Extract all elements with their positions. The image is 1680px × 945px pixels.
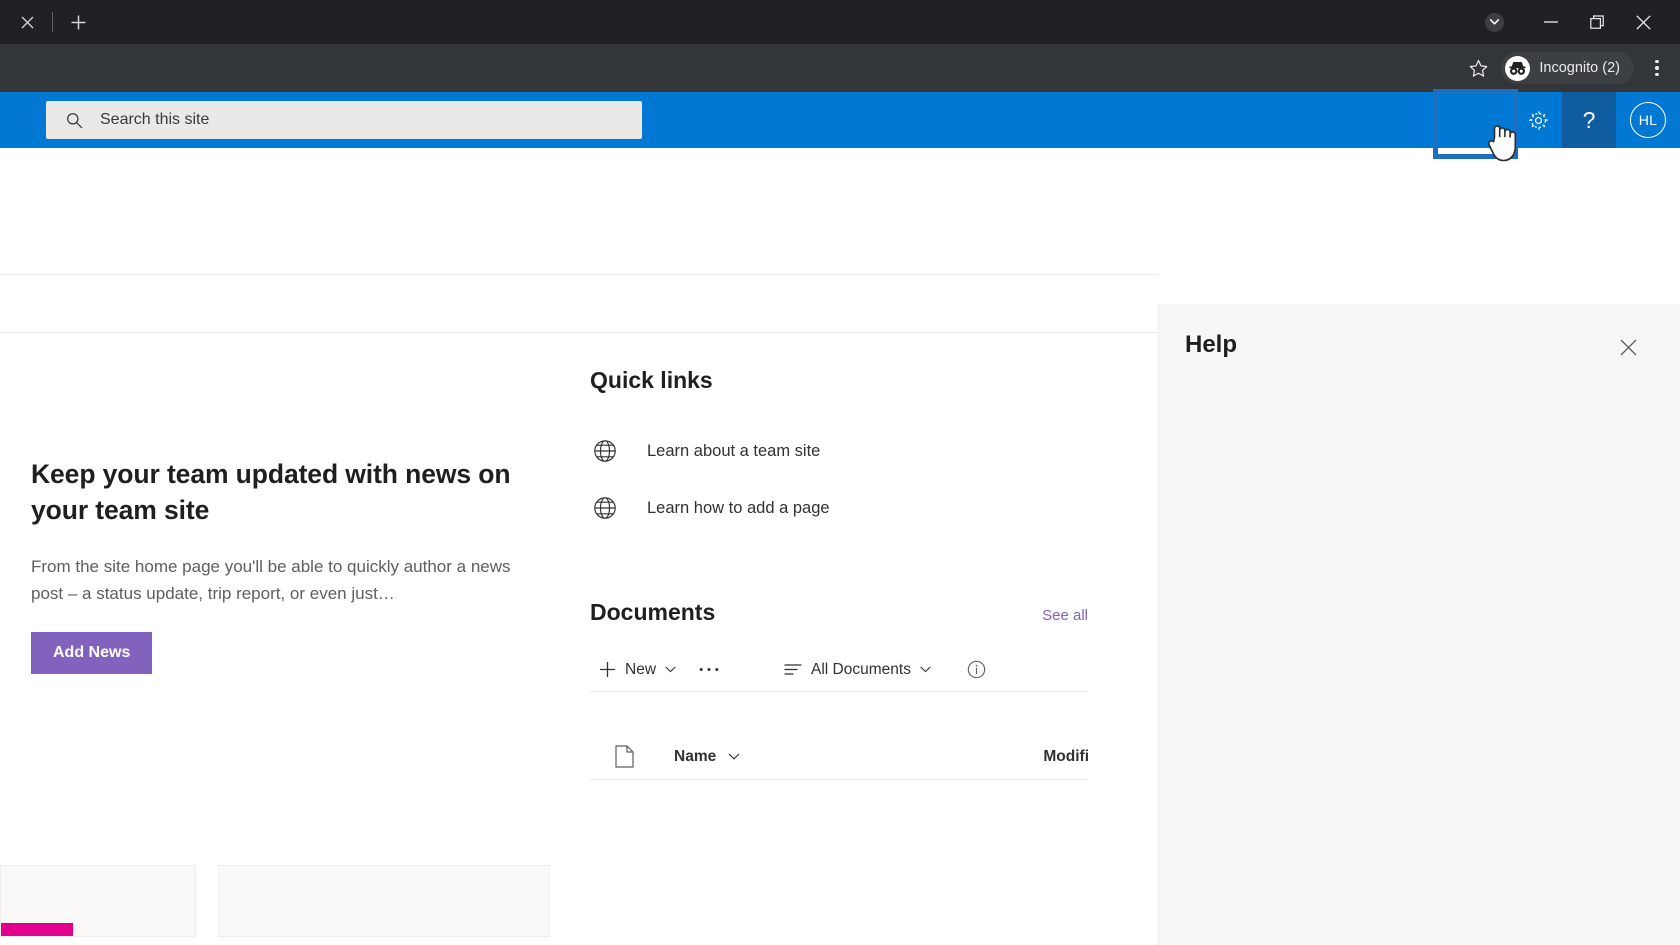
chevron-down-icon xyxy=(665,666,676,673)
toolbar-right-actions: Incognito (2) xyxy=(1461,44,1680,92)
gear-icon[interactable] xyxy=(1514,92,1562,148)
quick-link-label: Learn about a team site xyxy=(647,441,821,460)
search-icon xyxy=(66,112,83,129)
tab-search-icon[interactable] xyxy=(1478,6,1510,38)
new-button[interactable]: New xyxy=(590,650,685,690)
info-icon xyxy=(967,660,986,679)
info-button[interactable] xyxy=(958,650,995,690)
incognito-indicator[interactable]: Incognito (2) xyxy=(1501,52,1634,84)
new-button-label: New xyxy=(625,660,657,678)
overflow-menu-button[interactable] xyxy=(685,650,733,690)
file-icon[interactable] xyxy=(598,745,650,768)
plus-icon xyxy=(599,661,616,678)
column-header-modified[interactable]: Modifi xyxy=(1043,748,1089,766)
close-icon[interactable] xyxy=(1612,331,1644,363)
tab-close-icon[interactable] xyxy=(12,7,42,37)
quick-links-list: Learn about a team site Learn how to add… xyxy=(590,426,1158,533)
see-all-link[interactable]: See all xyxy=(1042,607,1090,624)
chevron-down-icon xyxy=(920,666,931,673)
column-header-name[interactable]: Name xyxy=(674,748,740,766)
tabstrip-divider xyxy=(52,12,53,32)
bottom-cards xyxy=(0,865,550,937)
help-button-label: ? xyxy=(1582,106,1596,133)
search-input[interactable]: Search this site xyxy=(46,101,642,139)
quick-links-title: Quick links xyxy=(590,367,713,393)
avatar-initials: HL xyxy=(1630,102,1666,138)
window-controls xyxy=(1478,0,1680,44)
globe-icon xyxy=(590,436,620,466)
right-column: Quick links Learn about a team site Lear… xyxy=(568,332,1158,937)
incognito-avatar-icon xyxy=(1505,55,1531,81)
page-content: Keep your team updated with news on your… xyxy=(0,332,1158,937)
news-section: Keep your team updated with news on your… xyxy=(0,332,568,937)
add-news-button[interactable]: Add News xyxy=(31,631,153,674)
window-close-button[interactable] xyxy=(1620,0,1666,44)
bottom-card[interactable] xyxy=(0,865,196,937)
sharepoint-suite-bar: Search this site ? HL xyxy=(0,92,1680,148)
maximize-restore-button[interactable] xyxy=(1574,0,1620,44)
search-placeholder: Search this site xyxy=(100,111,210,128)
news-description: From the site home page you'll be able t… xyxy=(31,556,511,604)
view-selector-button[interactable]: All Documents xyxy=(775,650,940,690)
new-tab-icon[interactable] xyxy=(63,7,93,37)
browser-tabstrip xyxy=(0,0,1680,44)
globe-icon xyxy=(590,493,620,523)
chevron-down-icon xyxy=(728,753,740,760)
quick-link-item[interactable]: Learn about a team site xyxy=(590,426,1158,476)
documents-table-header: Name Modifi xyxy=(590,734,1089,780)
news-title: Keep your team updated with news on your… xyxy=(31,459,511,525)
page-body: Keep your team updated with news on your… xyxy=(0,148,1680,945)
incognito-label: Incognito (2) xyxy=(1539,60,1620,76)
bookmark-star-icon[interactable] xyxy=(1461,51,1495,85)
bottom-card[interactable] xyxy=(218,865,550,937)
suite-bar-actions: ? HL xyxy=(1514,92,1680,148)
help-panel: Help xyxy=(1158,304,1680,945)
page-divider-top xyxy=(0,274,1158,275)
help-panel-header: Help xyxy=(1159,304,1680,363)
browser-toolbar: Incognito (2) xyxy=(0,44,1680,92)
help-panel-title: Help xyxy=(1185,331,1238,358)
card-accent-bar xyxy=(1,923,73,936)
list-view-icon xyxy=(784,663,802,676)
column-header-name-label: Name xyxy=(674,747,717,765)
chrome-menu-icon[interactable] xyxy=(1640,51,1674,85)
documents-title: Documents xyxy=(590,599,716,625)
help-button[interactable]: ? xyxy=(1562,92,1616,148)
minimize-button[interactable] xyxy=(1528,0,1574,44)
ellipsis-icon xyxy=(699,667,719,672)
browser-chrome: Incognito (2) Search this site ? HL xyxy=(0,0,1680,148)
view-selector-label: All Documents xyxy=(811,660,911,678)
quick-link-item[interactable]: Learn how to add a page xyxy=(590,483,1158,533)
documents-header: Documents See all xyxy=(590,599,1090,626)
documents-command-bar: New All Documents xyxy=(590,648,1089,692)
quick-link-label: Learn how to add a page xyxy=(647,498,830,517)
avatar[interactable]: HL xyxy=(1616,92,1680,148)
